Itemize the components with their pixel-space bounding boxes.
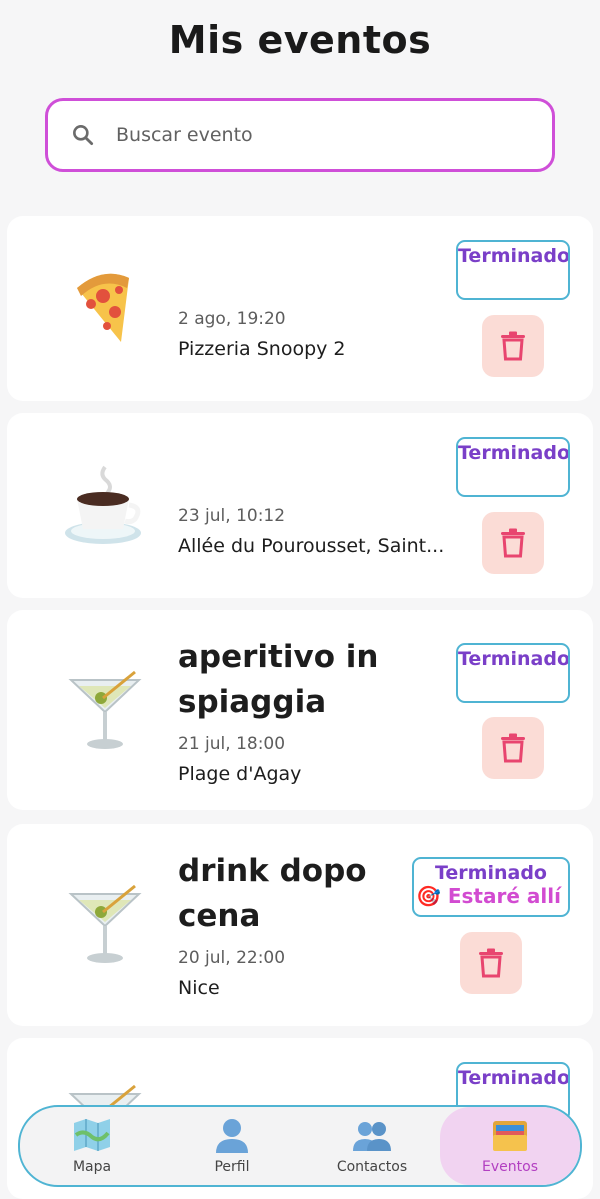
- search-field[interactable]: [45, 98, 555, 172]
- nav-label: Mapa: [72, 1159, 112, 1175]
- event-card[interactable]: aperitivo in spiaggia 21 jul, 18:00 Plag…: [7, 610, 593, 810]
- bottom-nav: Mapa Perfil Contactos Eventos: [18, 1105, 582, 1187]
- search-input[interactable]: [116, 124, 516, 146]
- status-badge: Terminado 🎯 Estaré allí: [412, 857, 570, 917]
- person-icon: [216, 1119, 248, 1153]
- folder-icon: [493, 1121, 527, 1151]
- cocktail-icon: [68, 884, 142, 963]
- event-place: Plage d'Agay: [178, 763, 302, 785]
- nav-item-mapa[interactable]: Mapa: [22, 1107, 162, 1185]
- event-date: 20 jul, 22:00: [178, 948, 286, 968]
- people-icon: [353, 1122, 391, 1151]
- delete-button[interactable]: [482, 315, 544, 377]
- event-title: drink dopo cena: [178, 853, 367, 934]
- event-title: aperitivo in spiaggia: [178, 639, 379, 720]
- trash-icon: [501, 528, 525, 558]
- search-icon: [73, 125, 94, 146]
- event-place: Nice: [178, 977, 220, 999]
- attending-label: 🎯 Estaré allí: [416, 884, 561, 908]
- event-card[interactable]: 23 jul, 10:12 Allée du Pourousset, Saint…: [7, 413, 593, 598]
- event-date: 23 jul, 10:12: [178, 506, 286, 526]
- trash-icon: [479, 948, 503, 978]
- map-icon: [74, 1119, 110, 1151]
- nav-item-contactos[interactable]: Contactos: [302, 1107, 442, 1185]
- nav-item-perfil[interactable]: Perfil: [162, 1107, 302, 1185]
- status-label: Terminado: [458, 1067, 570, 1089]
- page-title: Mis eventos: [168, 18, 432, 62]
- pizza-icon: [77, 273, 129, 342]
- nav-label: Perfil: [214, 1159, 250, 1175]
- event-date: 2 ago, 19:20: [178, 309, 286, 329]
- event-date: 21 jul, 18:00: [178, 734, 286, 754]
- trash-icon: [501, 331, 525, 361]
- nav-label: Eventos: [482, 1159, 538, 1175]
- event-card[interactable]: drink dopo cena 20 jul, 22:00 Nice Termi…: [7, 824, 593, 1026]
- nav-label: Contactos: [336, 1159, 408, 1175]
- trash-icon: [501, 733, 525, 763]
- coffee-icon: [65, 465, 141, 544]
- event-place: Pizzeria Snoopy 2: [178, 338, 346, 360]
- event-place: Allée du Pourousset, Saint...: [178, 535, 445, 557]
- cocktail-icon: [68, 670, 142, 749]
- event-card[interactable]: 2 ago, 19:20 Pizzeria Snoopy 2 Terminado: [7, 216, 593, 401]
- delete-button[interactable]: [460, 932, 522, 994]
- status-label: Terminado: [458, 648, 570, 670]
- status-label: Terminado: [458, 245, 570, 267]
- delete-button[interactable]: [482, 512, 544, 574]
- status-label: Terminado: [458, 442, 570, 464]
- status-label: Terminado: [434, 862, 547, 884]
- status-badge: Terminado: [456, 240, 570, 300]
- status-badge: Terminado: [456, 437, 570, 497]
- nav-item-eventos[interactable]: Eventos: [440, 1107, 580, 1185]
- delete-button[interactable]: [482, 717, 544, 779]
- status-badge: Terminado: [456, 643, 570, 703]
